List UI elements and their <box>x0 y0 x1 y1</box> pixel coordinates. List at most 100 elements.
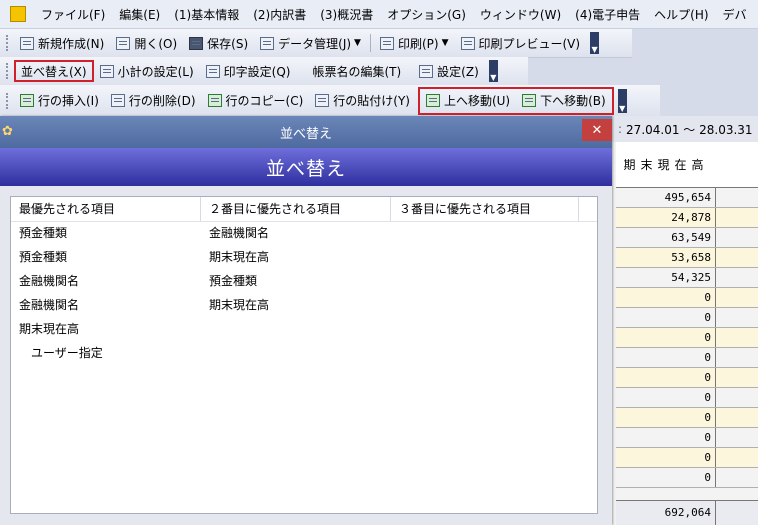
sort-cell-priority-3 <box>391 269 579 293</box>
menu-file[interactable]: ファイル(F) <box>34 6 112 23</box>
delete-row-label: 行の削除(D) <box>128 94 196 108</box>
grid-row[interactable]: 0 <box>616 428 758 448</box>
menu-options[interactable]: オプション(G) <box>380 6 473 23</box>
subtotal-settings-button[interactable]: 小計の設定(L) <box>94 60 200 82</box>
grid-cell-balance[interactable]: 24,878 <box>616 208 716 227</box>
sort-cell-priority-1: 金融機関名 <box>19 298 80 312</box>
sort-row[interactable]: 期末現在高 <box>11 317 597 341</box>
grid-row[interactable]: 24,878 <box>616 208 758 228</box>
grid-cell-balance[interactable]: 0 <box>616 388 716 407</box>
column-header-priority-3[interactable]: ３番目に優先される項目 <box>391 197 579 221</box>
grid-cell-balance[interactable]: 53,658 <box>616 248 716 267</box>
copy-row-button[interactable]: 行のコピー(C) <box>202 90 310 112</box>
open-button[interactable]: 開く(O) <box>110 32 183 54</box>
toolbar-overflow-icon[interactable]: ▼ <box>617 88 627 113</box>
data-management-button[interactable]: データ管理(J) ▼ <box>254 32 367 54</box>
move-up-button[interactable]: 上へ移動(U) <box>420 90 516 112</box>
sort-button[interactable]: 並べ替え(X) <box>14 60 94 82</box>
dialog-titlebar[interactable]: 並べ替え <box>0 116 612 148</box>
grid-cell-balance[interactable]: 0 <box>616 448 716 467</box>
grid-cell-balance[interactable]: 0 <box>616 308 716 327</box>
menu-help[interactable]: ヘルプ(H) <box>647 6 715 23</box>
move-up-icon <box>425 94 440 107</box>
grid-cell-balance[interactable]: 0 <box>616 328 716 347</box>
sort-cell-priority-1: 期末現在高 <box>19 322 80 336</box>
sort-cell-priority-2: 預金種類 <box>209 274 258 288</box>
print-preview-button[interactable]: 印刷プレビュー(V) <box>455 32 587 54</box>
menu-bar: ファイル(F) 編集(E) (1)基本情報 (2)内訳書 (3)概況書 オプショ… <box>0 0 758 29</box>
grid-row[interactable]: 0 <box>616 288 758 308</box>
column-header-balance: 期末現在高 <box>616 142 758 188</box>
sort-cell-priority-3 <box>391 341 579 365</box>
grid-cell-balance[interactable]: 54,325 <box>616 268 716 287</box>
sort-row[interactable]: 金融機関名 預金種類 <box>11 269 597 293</box>
column-header-priority-2[interactable]: ２番目に優先される項目 <box>201 197 391 221</box>
subtotal-icon <box>99 64 114 78</box>
gear-icon <box>419 64 434 78</box>
menu-overview[interactable]: (3)概況書 <box>313 6 380 23</box>
print-settings-button[interactable]: 印字設定(Q) <box>200 60 297 82</box>
grid-row[interactable]: 0 <box>616 408 758 428</box>
menu-e-filing[interactable]: (4)電子申告 <box>568 6 647 23</box>
grid-row[interactable]: 0 <box>616 308 758 328</box>
menu-breakdown[interactable]: (2)内訳書 <box>246 6 313 23</box>
grid-cell-balance[interactable]: 0 <box>616 348 716 367</box>
app-icon <box>10 6 26 22</box>
sort-cell-priority-2: 金融機関名 <box>209 226 270 240</box>
toolbar-grip[interactable] <box>6 63 11 79</box>
grid-row[interactable]: 0 <box>616 468 758 488</box>
grid-cell-balance[interactable]: 0 <box>616 288 716 307</box>
insert-row-icon <box>20 94 34 107</box>
toolbar-grip[interactable] <box>6 92 11 109</box>
copy-row-label: 行のコピー(C) <box>225 94 304 108</box>
grid-row[interactable]: 495,654 <box>616 188 758 208</box>
sort-row[interactable]: 預金種類 金融機関名 <box>11 221 597 245</box>
grid-cell-balance[interactable]: 0 <box>616 468 716 487</box>
grid-row[interactable]: 0 <box>616 368 758 388</box>
insert-row-button[interactable]: 行の挿入(I) <box>14 90 105 112</box>
grid-cell-balance[interactable]: 0 <box>616 368 716 387</box>
close-button[interactable]: ✕ <box>582 119 612 141</box>
grid-cell-balance[interactable]: 0 <box>616 428 716 447</box>
move-down-button[interactable]: 下へ移動(B) <box>516 90 612 112</box>
menu-window[interactable]: ウィンドウ(W) <box>473 6 568 23</box>
grid-row[interactable]: 0 <box>616 388 758 408</box>
grid-row[interactable]: 63,549 <box>616 228 758 248</box>
menu-edit[interactable]: 編集(E) <box>112 6 167 23</box>
menu-debug[interactable]: デバ <box>716 6 754 23</box>
sort-row[interactable]: 金融機関名 期末現在高 <box>11 293 597 317</box>
sort-list-rows: 預金種類 金融機関名 預金種類 期末現在高 金融機関名 預金種類 金融機関名 期末現在高 期末現… <box>11 221 597 365</box>
grid-cell-balance[interactable]: 495,654 <box>616 188 716 207</box>
settings-button[interactable]: 設定(Z) <box>407 60 485 82</box>
print-button[interactable]: 印刷(P) ▼ <box>374 32 455 54</box>
grid-row[interactable]: 53,658 <box>616 248 758 268</box>
toolbar-overflow-icon[interactable]: ▼ <box>590 32 600 54</box>
column-header-priority-1[interactable]: 最優先される項目 <box>11 197 201 221</box>
grid-row[interactable]: 0 <box>616 448 758 468</box>
grid-cell-balance[interactable]: 0 <box>616 408 716 427</box>
chevron-down-icon[interactable]: ▼ <box>354 38 361 48</box>
save-button[interactable]: 保存(S) <box>183 32 254 54</box>
sort-list[interactable]: 最優先される項目 ２番目に優先される項目 ３番目に優先される項目 預金種類 金融機… <box>10 196 598 514</box>
paste-row-icon <box>315 94 330 107</box>
sort-cell-priority-3 <box>391 317 579 341</box>
edit-form-name-button[interactable]: 帳票名の編集(T) <box>296 60 407 82</box>
sort-row[interactable]: ユーザー指定 <box>11 341 597 365</box>
chevron-down-icon[interactable]: ▼ <box>442 38 449 48</box>
toolbar-overflow-icon[interactable]: ▼ <box>488 60 498 82</box>
grid-row[interactable]: 0 <box>616 328 758 348</box>
sort-cell-priority-3 <box>391 245 579 269</box>
sort-cell-priority-1: 預金種類 <box>19 226 68 240</box>
grid-row[interactable]: 54,325 <box>616 268 758 288</box>
toolbar-grip[interactable] <box>6 35 11 51</box>
paste-row-button[interactable]: 行の貼付け(Y) <box>309 90 416 112</box>
floppy-disk-icon <box>189 36 204 50</box>
new-button[interactable]: 新規作成(N) <box>14 32 110 54</box>
grid-total-row: 692,064 <box>616 500 758 525</box>
menu-basic-info[interactable]: (1)基本情報 <box>167 6 246 23</box>
sort-row[interactable]: 預金種類 期末現在高 <box>11 245 597 269</box>
toolbar-file: 新規作成(N) 開く(O) 保存(S) データ管理(J) ▼ 印刷(P) ▼ 印刷プ… <box>0 29 632 58</box>
grid-row[interactable]: 0 <box>616 348 758 368</box>
delete-row-button[interactable]: 行の削除(D) <box>105 90 202 112</box>
grid-cell-balance[interactable]: 63,549 <box>616 228 716 247</box>
